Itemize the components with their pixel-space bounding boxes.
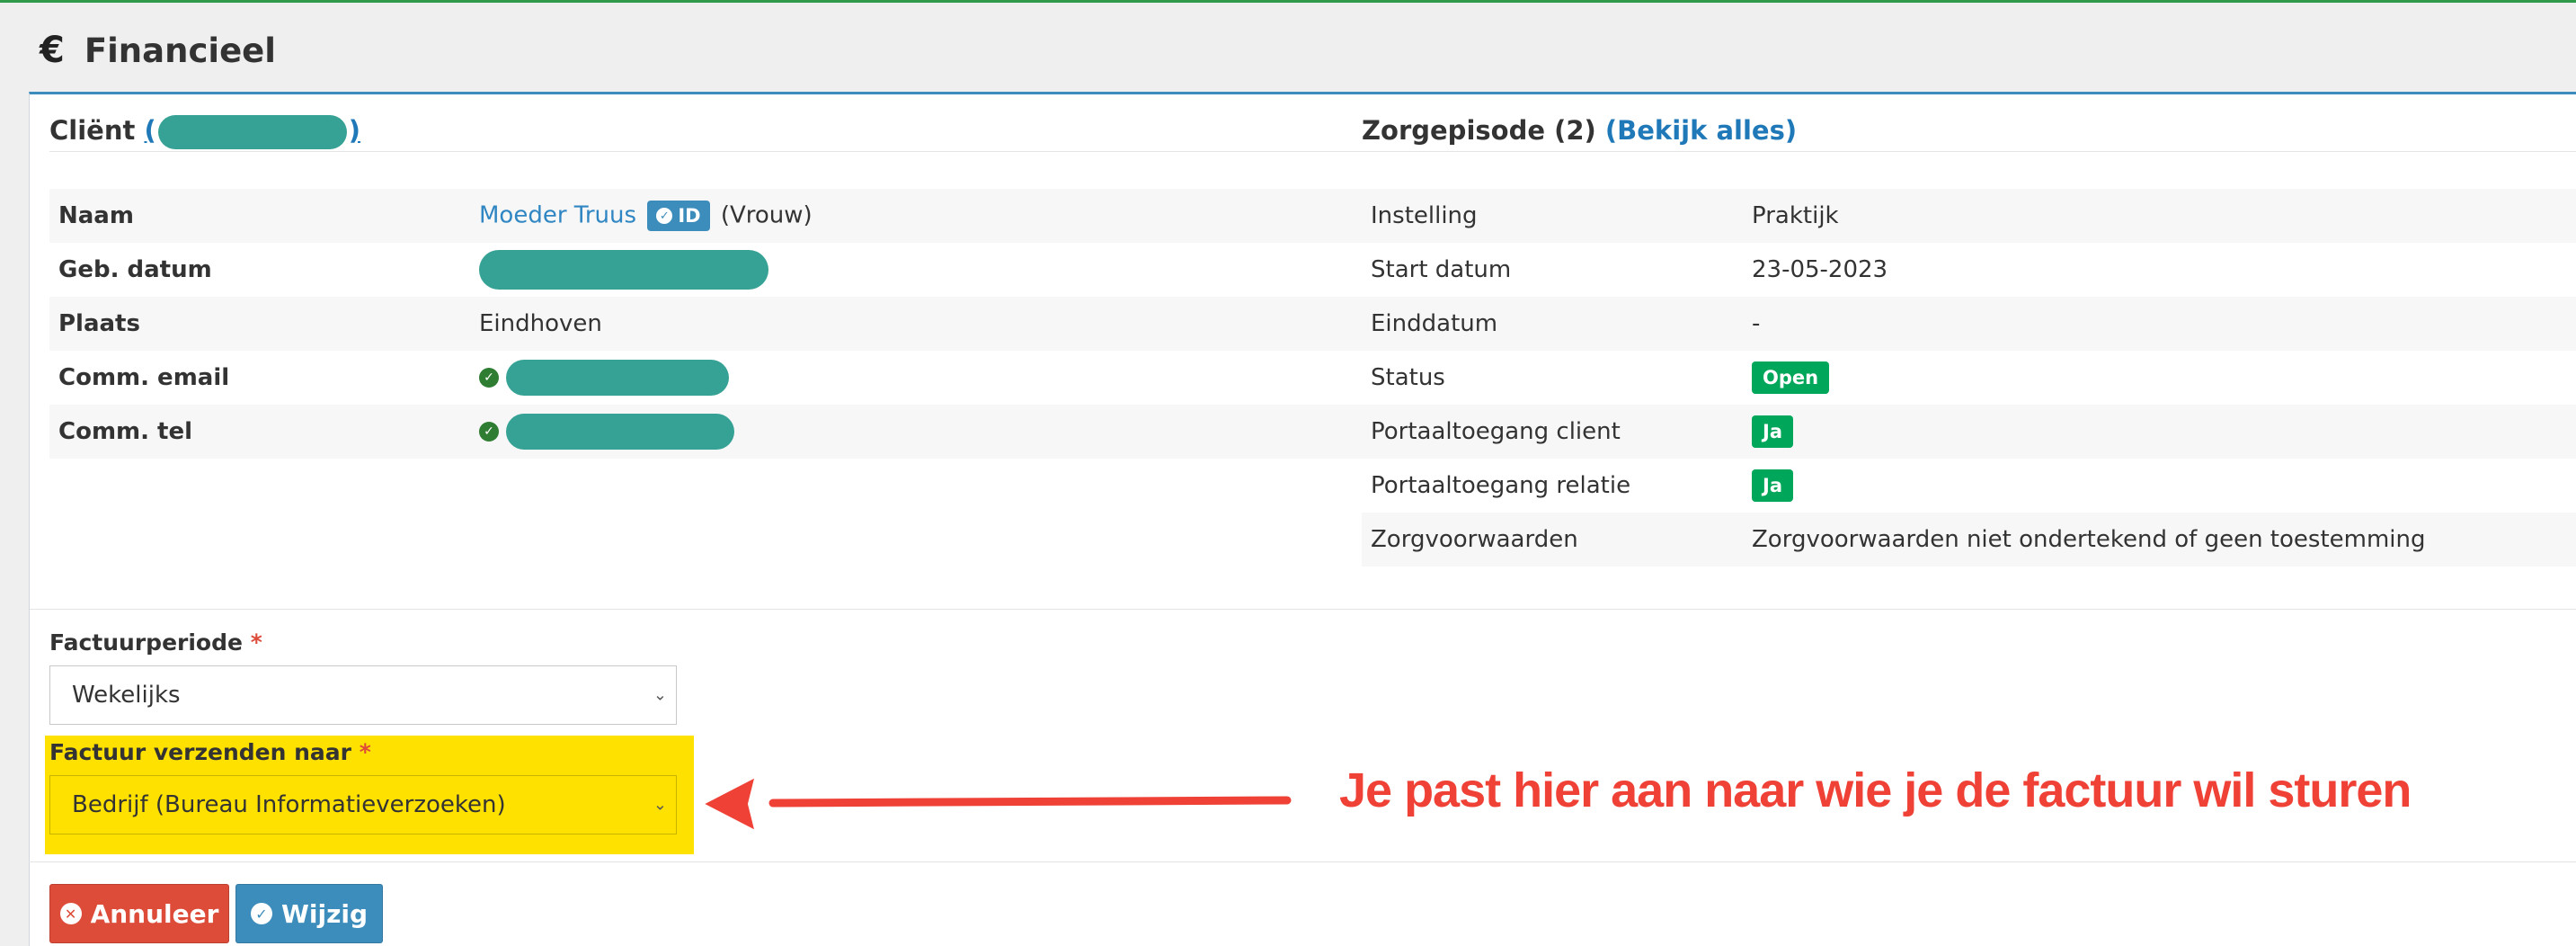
annotation-text: Je past hier aan naar wie je de factuur … <box>1339 763 2412 817</box>
